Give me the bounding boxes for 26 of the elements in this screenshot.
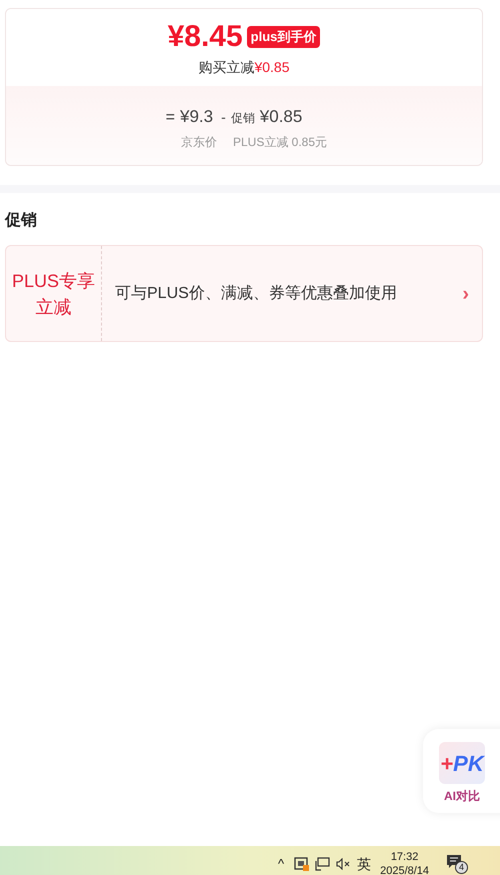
pk-logo: +PK xyxy=(439,742,485,784)
equals-sign: = xyxy=(166,108,176,128)
tray-expand-button[interactable]: ^ xyxy=(278,854,284,874)
promo-label: 促销 xyxy=(230,110,255,127)
minus-sign: - xyxy=(221,108,226,127)
promotion-tag: PLUS专享立减 xyxy=(8,268,98,320)
saving-label: 购买立减 xyxy=(198,58,254,77)
base-price: ¥9.3 xyxy=(180,106,214,128)
input-method-indicator[interactable]: 英 xyxy=(357,854,372,874)
app-tray-icon[interactable] xyxy=(294,857,310,871)
muted-speaker-icon[interactable] xyxy=(336,858,352,870)
clock[interactable]: 17:32 2025/8/14 xyxy=(380,850,430,875)
saving-amount: ¥0.85 xyxy=(254,58,290,77)
promotion-description: 可与PLUS价、满减、券等优惠叠加使用 xyxy=(115,284,398,304)
chevron-icon: › xyxy=(462,278,469,308)
notification-button[interactable]: 4 xyxy=(446,853,468,875)
promo-amount: ¥0.85 xyxy=(260,106,302,128)
promotion-row[interactable]: PLUS专享立减 可与PLUS价、满减、券等优惠叠加使用 › xyxy=(5,245,483,342)
final-price: ¥8.45 xyxy=(168,22,243,52)
base-price-caption: 京东价 xyxy=(180,134,217,151)
network-icon[interactable] xyxy=(315,857,330,871)
promo-caption: PLUS立减 0.85元 xyxy=(232,134,328,151)
ai-compare-button[interactable]: +PK AI对比 xyxy=(423,729,500,813)
plus-price-badge: plus到手价 xyxy=(246,26,320,48)
notification-count: 4 xyxy=(455,861,468,874)
section-title: 促销 xyxy=(5,211,38,231)
